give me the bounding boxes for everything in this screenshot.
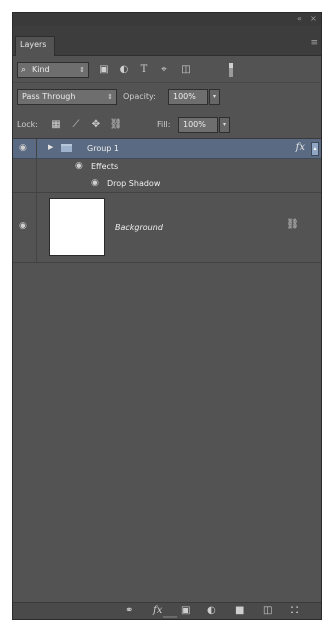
fill-input[interactable]: 100% [178,117,218,133]
delete-layer-icon[interactable]: ⛚ [291,605,298,617]
expand-effects-icon[interactable]: ▴ [311,142,319,156]
effects-row[interactable]: ◉ Effects [13,159,321,175]
filter-kind-select[interactable]: ⌕ Kind ⇕ [17,62,89,78]
filter-toggle-switch[interactable] [229,63,233,77]
eye-icon[interactable]: ◉ [91,178,99,188]
lock-icon: ⛓ [286,219,299,230]
add-layer-style-icon[interactable]: fx [153,605,162,617]
opacity-slider-toggle[interactable]: ▾ [209,89,220,105]
opacity-label: Opacity: [123,92,156,101]
lock-label: Lock: [17,120,38,129]
lock-all-icon[interactable]: ⛓ [109,119,123,131]
layers-panel: « × Layers ≡ ⌕ Kind ⇕ ▣ ◐ T ⌖ ◫ Pass Thr… [12,12,322,620]
visibility-column [13,159,37,175]
eye-icon[interactable]: ◉ [19,143,27,153]
adjustment-layer-filter-icon[interactable]: ◐ [117,64,131,76]
blend-row: Pass Through ⇕ Opacity: 100% ▾ [13,83,321,111]
blend-mode-value: Pass Through [22,92,76,101]
visibility-column: ◉ [13,193,37,262]
visibility-column: ◉ [13,139,37,158]
smart-object-filter-icon[interactable]: ◫ [179,64,193,76]
eye-icon[interactable]: ◉ [75,161,83,171]
shape-layer-filter-icon[interactable]: ⌖ [157,64,171,76]
effect-name[interactable]: Drop Shadow [107,178,160,190]
layer-name[interactable]: Group 1 [87,143,119,155]
layer-list: ◉ ▶ Group 1 fx ▴ ◉ Effects ◉ Drop Shadow… [13,139,321,605]
layer-row-background[interactable]: ◉ Background ⛓ [13,193,321,263]
search-icon: ⌕ [21,65,27,75]
new-group-icon[interactable]: ■ [235,605,244,617]
fill-label: Fill: [157,120,171,129]
filter-kind-label: Kind [32,65,50,74]
lock-transparent-pixels-icon[interactable]: ▦ [49,119,63,131]
disclosure-triangle-icon[interactable]: ▶ [48,143,53,151]
new-fill-adjustment-layer-icon[interactable]: ◐ [207,605,216,617]
blend-mode-select[interactable]: Pass Through ⇕ [17,89,117,105]
effect-row-drop-shadow[interactable]: ◉ Drop Shadow [13,175,321,193]
tab-row: Layers ≡ [13,26,321,56]
visibility-column [13,175,37,192]
chevron-updown-icon: ⇕ [107,93,113,101]
tab-layers[interactable]: Layers [15,36,55,56]
lock-row: Lock: ▦ ⟋ ✥ ⛓ Fill: 100% ▾ [13,111,321,139]
layers-bottom-toolbar: ⚭ fx ▣ ◐ ■ ◫ ⛚ [13,602,321,619]
layer-filter-row: ⌕ Kind ⇕ ▣ ◐ T ⌖ ◫ [13,57,321,83]
layer-name[interactable]: Background [115,222,163,234]
fill-slider-toggle[interactable]: ▾ [219,117,230,133]
effects-label: Effects [91,162,119,171]
folder-icon [61,144,72,152]
opacity-input[interactable]: 100% [168,89,208,105]
lock-position-icon[interactable]: ✥ [89,119,103,131]
lock-image-pixels-icon[interactable]: ⟋ [69,119,83,131]
new-layer-icon[interactable]: ◫ [263,605,272,617]
type-layer-filter-icon[interactable]: T [137,64,151,76]
chevron-updown-icon: ⇕ [79,66,85,74]
link-layers-icon[interactable]: ⚭ [125,605,133,617]
layer-row-group[interactable]: ◉ ▶ Group 1 fx ▴ [13,139,321,159]
eye-icon[interactable]: ◉ [19,221,27,231]
close-panel-icon[interactable]: × [310,14,317,24]
add-layer-mask-icon[interactable]: ▣ [181,605,190,617]
pixel-layer-filter-icon[interactable]: ▣ [97,64,111,76]
panel-title-bar: « × [13,13,321,26]
layer-thumbnail[interactable] [49,198,105,256]
fx-badge-icon[interactable]: fx [296,142,305,153]
collapse-panel-icon[interactable]: « [297,14,302,24]
resize-grip[interactable] [163,616,177,618]
panel-menu-icon[interactable]: ≡ [310,38,318,48]
